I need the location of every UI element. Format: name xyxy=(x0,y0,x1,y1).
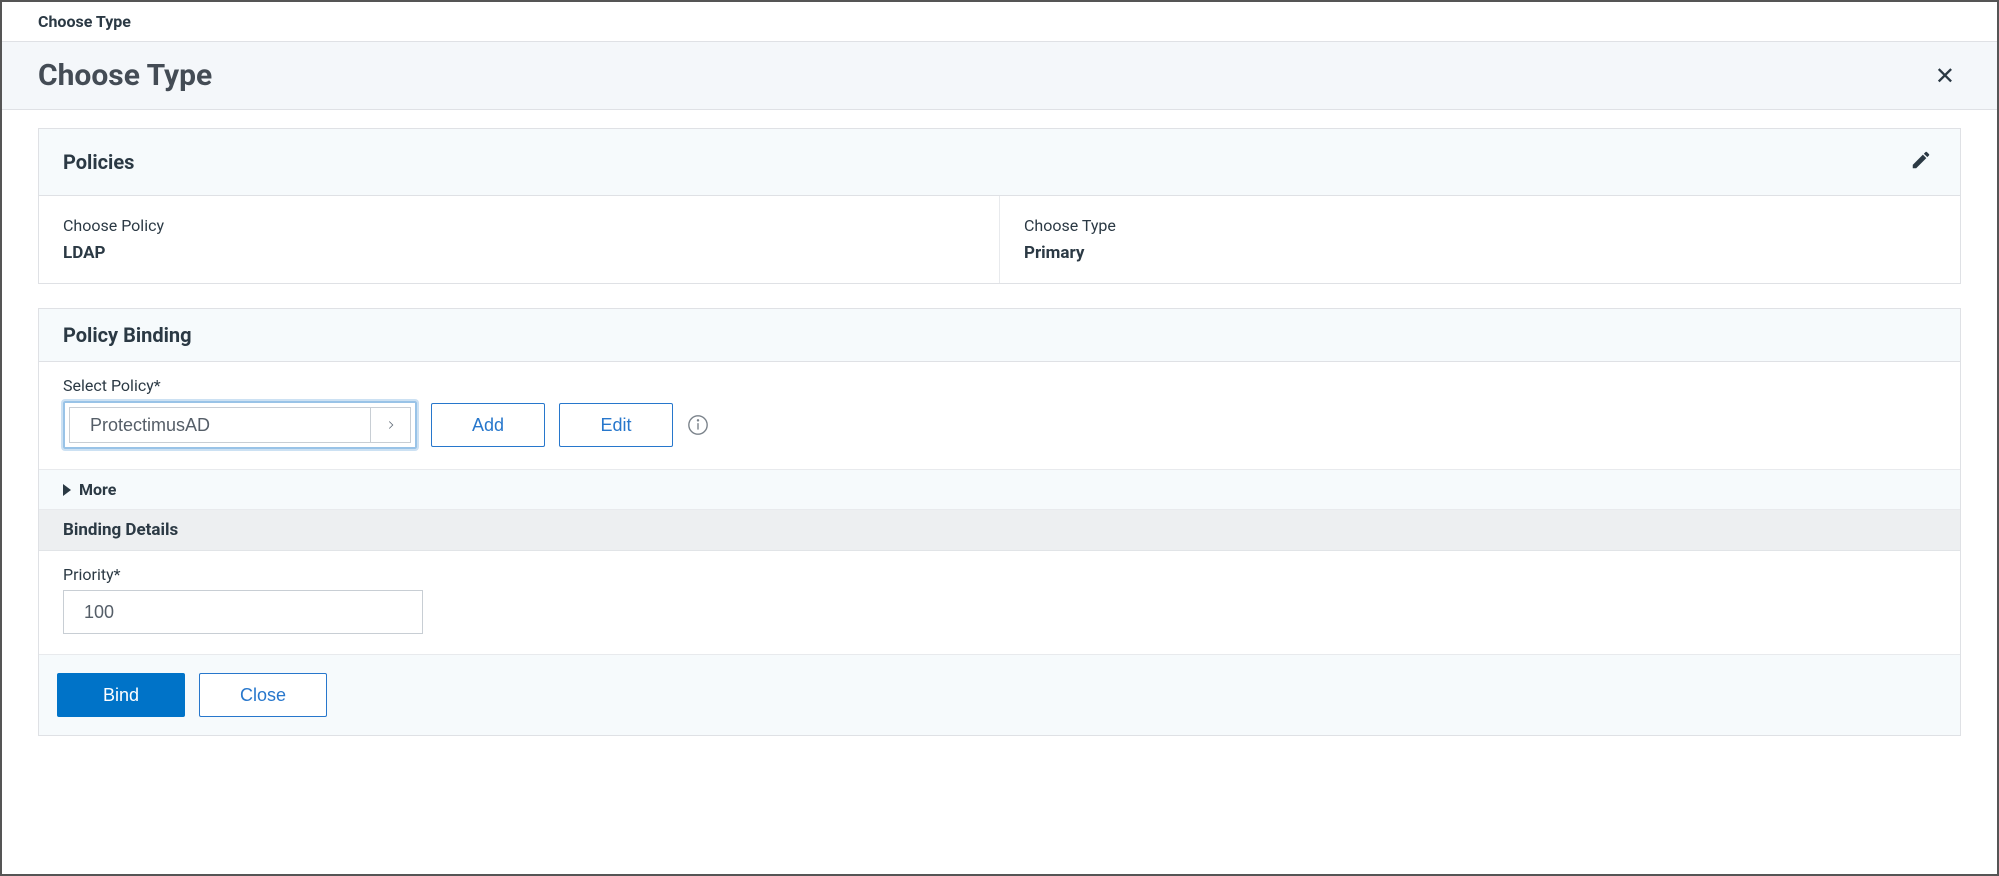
policies-panel: Policies Choose Policy LDAP Choose Type … xyxy=(38,128,1961,284)
policies-title: Policies xyxy=(63,150,134,174)
edit-policies-icon[interactable] xyxy=(1906,145,1936,179)
choose-type-label: Choose Type xyxy=(1024,216,1936,235)
choose-policy-block: Choose Policy LDAP xyxy=(39,196,1000,283)
more-expander[interactable]: More xyxy=(39,469,1960,510)
priority-input[interactable] xyxy=(63,590,423,634)
footer-buttons: Bind Close xyxy=(39,655,1960,735)
select-policy-dropdown-icon[interactable] xyxy=(370,408,410,442)
policy-binding-title: Policy Binding xyxy=(39,309,1960,362)
binding-details-title: Binding Details xyxy=(39,510,1960,551)
caret-right-icon xyxy=(63,484,71,496)
choose-policy-value: LDAP xyxy=(63,243,975,263)
priority-label: Priority* xyxy=(63,565,1936,584)
select-policy-label: Select Policy* xyxy=(63,376,1936,395)
info-icon[interactable] xyxy=(687,414,709,436)
select-policy-input[interactable] xyxy=(70,408,370,442)
breadcrumb: Choose Type xyxy=(2,2,1997,41)
choose-type-value: Primary xyxy=(1024,243,1936,263)
more-label: More xyxy=(79,480,116,499)
choose-type-block: Choose Type Primary xyxy=(1000,196,1960,283)
edit-button[interactable]: Edit xyxy=(559,403,673,447)
close-button[interactable]: Close xyxy=(199,673,327,717)
policy-binding-panel: Policy Binding Select Policy* Add Edit xyxy=(38,308,1961,736)
page-title: Choose Type xyxy=(38,58,212,93)
bind-button[interactable]: Bind xyxy=(57,673,185,717)
add-button[interactable]: Add xyxy=(431,403,545,447)
choose-policy-label: Choose Policy xyxy=(63,216,975,235)
select-policy-combo[interactable] xyxy=(69,407,411,443)
close-icon[interactable]: ✕ xyxy=(1929,62,1961,90)
page-header: Choose Type ✕ xyxy=(2,41,1997,110)
select-policy-input-focus-ring xyxy=(63,401,417,449)
